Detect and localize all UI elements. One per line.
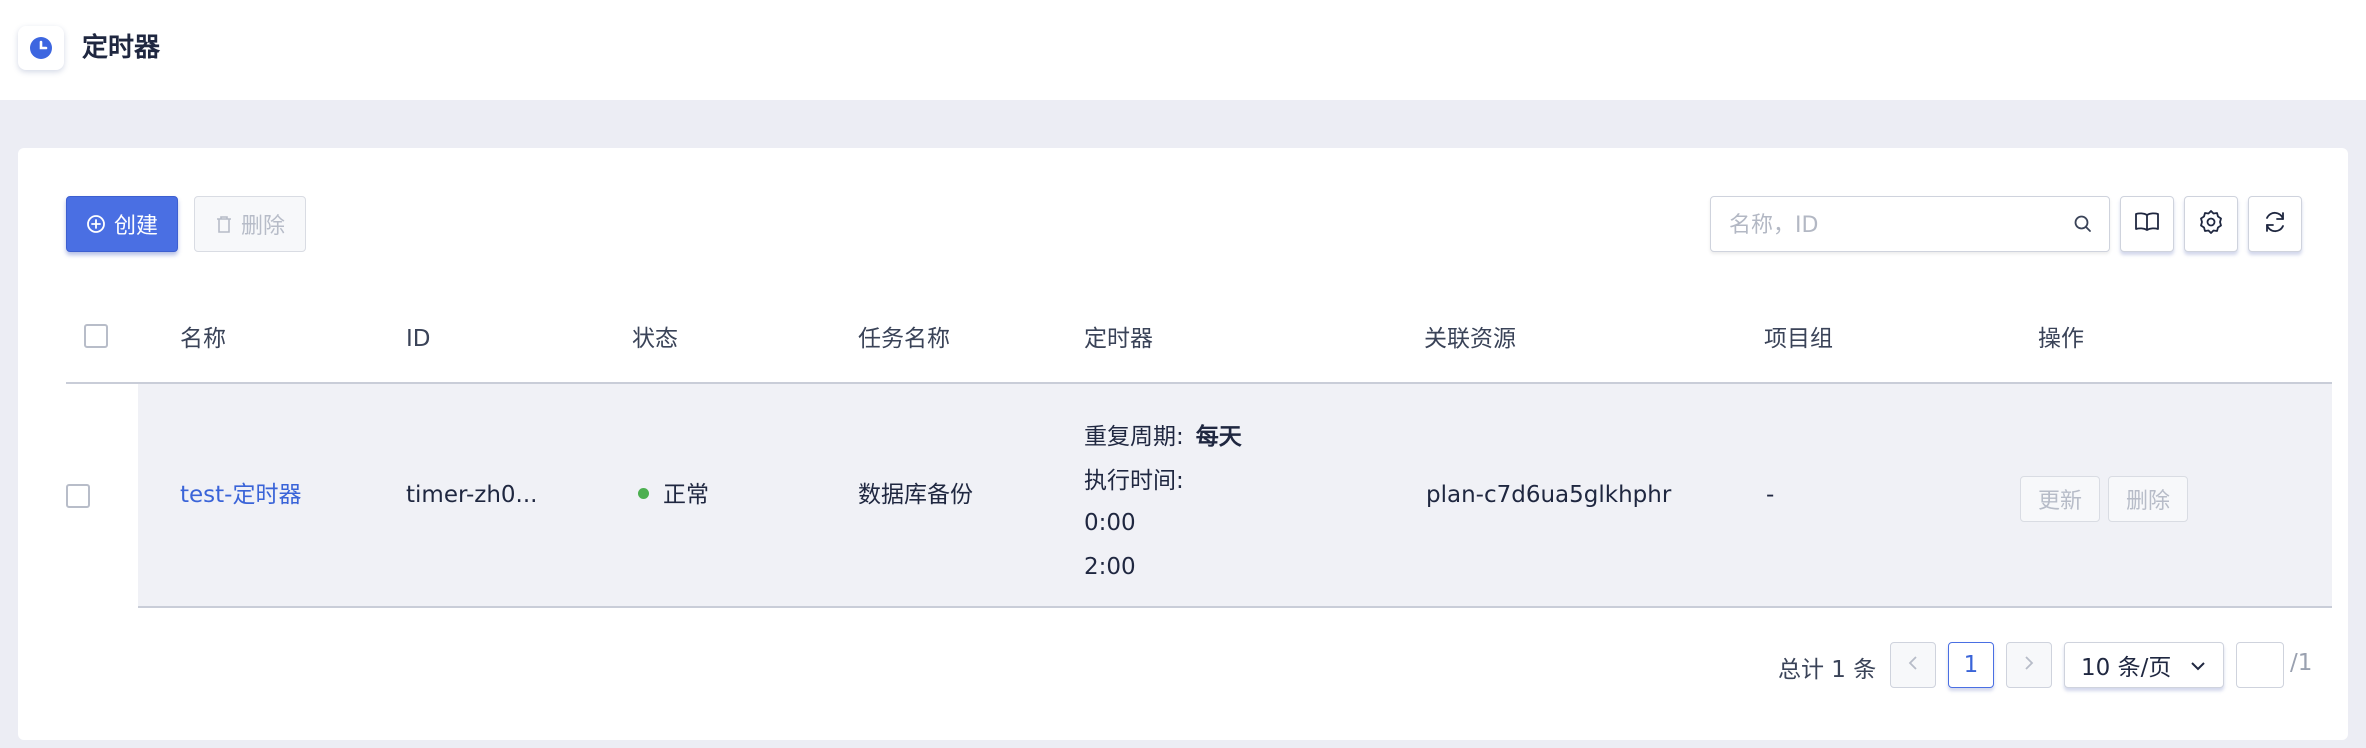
book-icon bbox=[2134, 211, 2160, 237]
search-box[interactable] bbox=[1710, 196, 2110, 252]
plus-circle-icon bbox=[86, 214, 106, 234]
page-size-value: 10 条/页 bbox=[2081, 655, 2172, 681]
create-button[interactable]: 创建 bbox=[66, 196, 178, 252]
docs-button[interactable] bbox=[2120, 196, 2174, 252]
select-all-checkbox[interactable] bbox=[84, 324, 108, 348]
pagination-total: 总计 1 条 bbox=[1778, 657, 1877, 683]
column-header-resource: 关联资源 bbox=[1424, 326, 1516, 352]
column-header-status: 状态 bbox=[632, 326, 678, 352]
project-group: - bbox=[1766, 482, 1775, 508]
search-icon[interactable] bbox=[2073, 214, 2093, 238]
update-button[interactable]: 更新 bbox=[2020, 476, 2100, 522]
search-input[interactable] bbox=[1727, 207, 2061, 243]
related-resource: plan-c7d6ua5glkhphr bbox=[1426, 482, 1672, 508]
table-header: 名称 ID 状态 任务名称 定时器 关联资源 项目组 操作 bbox=[66, 300, 2332, 384]
chevron-right-icon bbox=[2023, 654, 2035, 676]
refresh-button[interactable] bbox=[2248, 196, 2302, 252]
create-button-label: 创建 bbox=[113, 214, 158, 239]
timer-list-card: 创建 删除 名称，ID 名称 ID 状态 任务名称 定时器 关联资源 项目组 操… bbox=[18, 148, 2348, 740]
delete-button[interactable]: 删除 bbox=[194, 196, 306, 252]
chevron-down-icon bbox=[2189, 652, 2207, 678]
top-bar: 定时器 bbox=[0, 0, 2366, 100]
column-header-project-group: 项目组 bbox=[1764, 326, 1833, 352]
schedule-time: 0:00 bbox=[1084, 510, 1136, 536]
schedule-repeat-label: 重复周期: bbox=[1084, 424, 1184, 450]
schedule-repeat: 重复周期: 每天 bbox=[1084, 422, 1242, 452]
schedule-time: 2:00 bbox=[1084, 554, 1136, 580]
delete-button-label: 删除 bbox=[240, 214, 285, 239]
row-checkbox[interactable] bbox=[66, 484, 90, 508]
timer-id: timer-zh0... bbox=[406, 482, 538, 508]
gear-icon bbox=[2198, 209, 2224, 239]
chevron-left-icon bbox=[1907, 654, 1919, 676]
trash-icon bbox=[215, 214, 233, 234]
next-page-button[interactable] bbox=[2006, 642, 2052, 688]
timer-name-link[interactable]: test-定时器 bbox=[180, 480, 301, 510]
status-dot bbox=[638, 488, 649, 499]
page-title: 定时器 bbox=[82, 33, 161, 63]
table-row: test-定时器 timer-zh0... 正常 数据库备份 重复周期: 每天 执… bbox=[138, 384, 2332, 608]
column-header-task-name: 任务名称 bbox=[858, 326, 950, 352]
column-header-actions: 操作 bbox=[2038, 326, 2084, 352]
schedule-repeat-value: 每天 bbox=[1195, 424, 1242, 450]
page-size-select[interactable]: 10 条/页 bbox=[2064, 642, 2224, 688]
clock-icon bbox=[18, 26, 64, 70]
total-pages: /1 bbox=[2290, 650, 2313, 676]
row-delete-button[interactable]: 删除 bbox=[2108, 476, 2188, 522]
schedule-exec-label: 执行时间: bbox=[1084, 468, 1184, 494]
page-jump-input[interactable] bbox=[2236, 642, 2284, 688]
column-header-id: ID bbox=[406, 326, 431, 352]
column-header-timer: 定时器 bbox=[1084, 326, 1153, 352]
column-header-name: 名称 bbox=[180, 326, 226, 352]
page-number-current[interactable]: 1 bbox=[1948, 642, 1994, 688]
status-text: 正常 bbox=[663, 482, 709, 508]
refresh-icon bbox=[2262, 209, 2288, 239]
task-name: 数据库备份 bbox=[858, 482, 973, 508]
settings-button[interactable] bbox=[2184, 196, 2238, 252]
status-cell: 正常 bbox=[638, 480, 709, 510]
prev-page-button[interactable] bbox=[1890, 642, 1936, 688]
